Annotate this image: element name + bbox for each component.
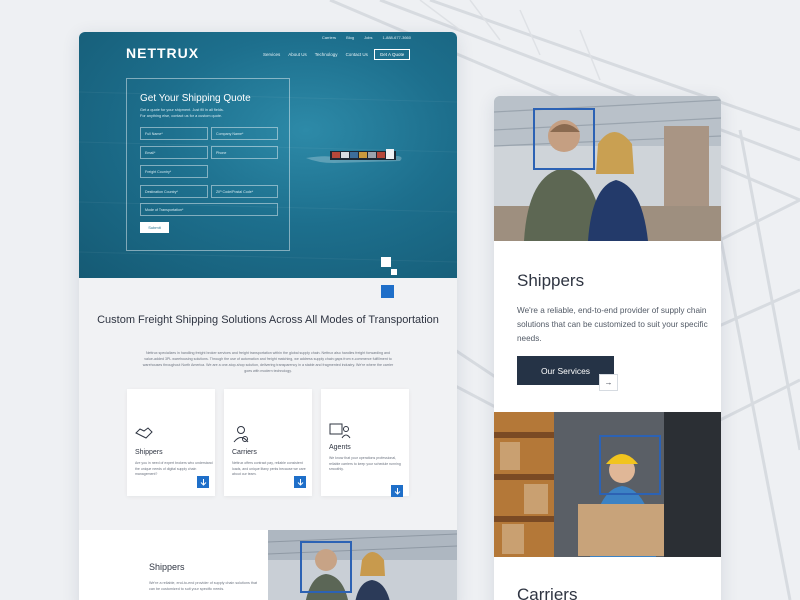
nav-services[interactable]: Services — [263, 52, 280, 57]
shippers-title: Shippers — [149, 562, 185, 572]
card-arrow-button[interactable] — [197, 476, 209, 488]
intro-section: Custom Freight Shipping Solutions Across… — [79, 278, 457, 528]
shippers-section: Shippers We're a reliable, end-to-end pr… — [79, 530, 457, 600]
card-text: We know that your operations professiona… — [329, 456, 401, 471]
card-title: Carriers — [232, 449, 257, 456]
mode-select[interactable]: Mode of Transportation* — [140, 203, 278, 216]
card-title: Shippers — [135, 449, 163, 456]
main-nav: Services About Us Technology Contact Us — [263, 52, 368, 57]
topbar-phone[interactable]: 1-888-677-3660 — [383, 35, 411, 40]
mobile-shippers-title: Shippers — [517, 271, 585, 290]
nav-contact[interactable]: Contact Us — [346, 52, 368, 57]
hero-section: Carriers Blog Jobs 1-888-677-3660 NETTRU… — [79, 32, 457, 278]
card-title: Agents — [329, 444, 351, 451]
carriers-card[interactable]: Carriers Nettrux offers contract pay, re… — [224, 389, 312, 496]
topbar-blog-link[interactable]: Blog — [346, 35, 354, 40]
form-subtitle: Get a quote for your shipment. Just fill… — [140, 107, 280, 119]
intro-paragraph: Nettrux specializes in handling freight … — [142, 351, 394, 373]
mobile-carriers-photo — [494, 412, 721, 557]
arrow-down-icon — [394, 487, 400, 495]
handshake-icon — [135, 427, 153, 439]
nav-technology[interactable]: Technology — [315, 52, 338, 57]
topbar: Carriers Blog Jobs 1-888-677-3660 — [322, 35, 411, 40]
topbar-jobs-link[interactable]: Jobs — [364, 35, 372, 40]
mobile-shippers-photo — [494, 96, 721, 241]
agent-icon — [329, 423, 351, 439]
arrow-down-icon — [297, 478, 303, 486]
desktop-mockup: Carriers Blog Jobs 1-888-677-3660 NETTRU… — [79, 32, 457, 600]
phone-field[interactable]: Phone — [211, 146, 278, 159]
nav-about[interactable]: About Us — [288, 52, 307, 57]
card-arrow-button[interactable] — [391, 485, 403, 497]
destination-country-field[interactable]: Destination Country* — [140, 185, 208, 198]
topbar-carriers-link[interactable]: Carriers — [322, 35, 336, 40]
full-name-field[interactable]: Full Name* — [140, 127, 208, 140]
freight-country-field[interactable]: Freight Country* — [140, 165, 208, 178]
intro-title: Custom Freight Shipping Solutions Across… — [97, 314, 439, 326]
logo[interactable]: NETTRUX — [126, 45, 199, 61]
mobile-mockup: Shippers We're a reliable, end-to-end pr… — [494, 96, 721, 600]
card-arrow-button[interactable] — [294, 476, 306, 488]
submit-button[interactable]: Submit — [140, 222, 169, 233]
driver-icon — [233, 426, 249, 443]
get-a-quote-button[interactable]: Get A Quote — [374, 49, 410, 60]
shippers-card[interactable]: Shippers Are you in need of expert broke… — [127, 389, 215, 496]
zip-field[interactable]: ZIP Code/Postal Code* — [211, 185, 278, 198]
shippers-photo — [268, 530, 457, 600]
quote-form: Get Your Shipping Quote Get a quote for … — [126, 78, 290, 251]
shippers-text: We're a reliable, end-to-end provider of… — [149, 581, 258, 591]
email-field[interactable]: Email* — [140, 146, 208, 159]
arrow-down-icon — [200, 478, 206, 486]
agents-card[interactable]: Agents We know that your operations prof… — [321, 389, 409, 497]
form-subtitle-line2: For anything else, contact us for a cust… — [140, 114, 223, 118]
arrow-right-icon[interactable]: → — [599, 374, 618, 391]
company-name-field[interactable]: Company Name* — [211, 127, 278, 140]
mobile-carriers-title: Carriers — [517, 585, 578, 600]
cargo-ship-image — [306, 149, 402, 163]
mobile-shippers-text: We're a reliable, end-to-end provider of… — [517, 306, 708, 343]
form-title: Get Your Shipping Quote — [140, 93, 251, 104]
